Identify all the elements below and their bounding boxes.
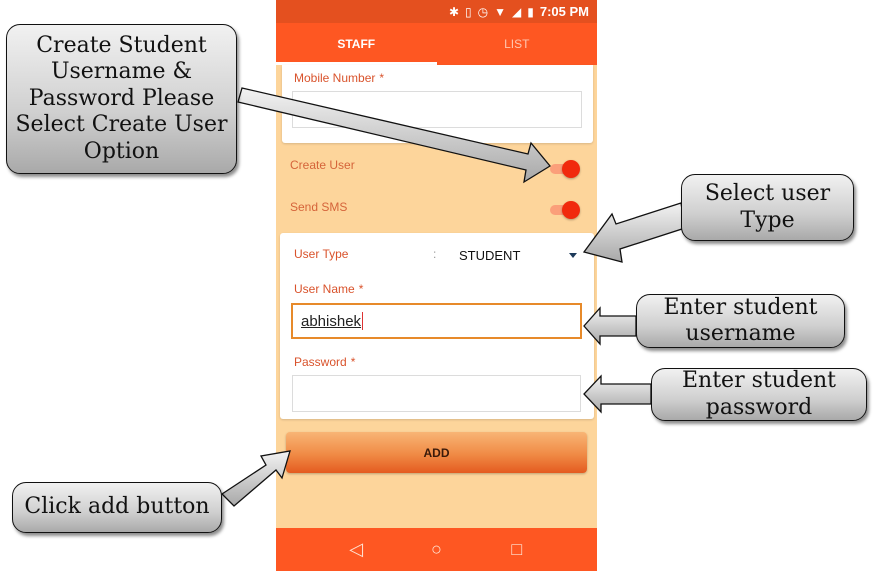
home-icon[interactable]: ○ [421,539,451,560]
add-button[interactable]: ADD [286,432,587,473]
user-credentials-card: User Type : STUDENT User Name * abhishek … [280,233,594,419]
required-mark: * [358,282,364,296]
user-type-separator: : [433,247,437,261]
callout-create-user: Create Student Username & Password Pleas… [6,24,237,174]
callout-user-type: Select user Type [681,174,854,241]
tab-staff[interactable]: STAFF [276,23,437,65]
user-type-label: User Type [294,247,349,261]
user-name-label-text: User Name [294,282,355,296]
battery-icon: ▮ [527,4,534,19]
toggle-thumb [562,201,580,219]
bluetooth-icon: ✱ [448,4,460,19]
vibrate-icon: ▯ [465,4,472,19]
callout-username: Enter student username [636,294,845,348]
arrow-to-user-type-dropdown [582,202,686,263]
user-name-value: abhishek [301,312,362,330]
signal-icon: ◢ [512,4,522,19]
send-sms-toggle[interactable] [550,201,580,219]
status-bar: ✱ ▯ ◷ ▼ ◢ ▮ 7:05 PM [276,0,597,23]
toggle-thumb [562,160,580,178]
send-sms-label: Send SMS [290,200,348,214]
mobile-number-label-text: Mobile Number [294,71,376,85]
phone-screen: ✱ ▯ ◷ ▼ ◢ ▮ 7:05 PM STAFF LIST Mobile Nu… [276,0,597,571]
user-type-select[interactable]: STUDENT [455,241,585,269]
user-name-label: User Name * [294,282,363,296]
password-input[interactable] [292,375,581,412]
tab-list[interactable]: LIST [437,23,598,65]
dropdown-caret-icon [569,253,577,258]
status-time: 7:05 PM [539,4,589,19]
mobile-number-card: Mobile Number * [282,65,593,143]
text-cursor [362,312,364,330]
password-label: Password * [294,355,355,369]
create-user-toggle[interactable] [550,160,580,178]
tab-bar: STAFF LIST [276,23,597,65]
user-name-input[interactable]: abhishek [291,303,582,339]
user-type-value: STUDENT [459,248,521,263]
back-icon[interactable]: ◁ [341,539,371,560]
required-mark: * [350,355,356,369]
callout-add-button: Click add button [12,482,222,533]
callout-password: Enter student password [651,368,867,421]
password-label-text: Password [294,355,347,369]
alarm-icon: ◷ [477,4,489,19]
required-mark: * [379,71,385,85]
mobile-number-label: Mobile Number * [294,71,384,85]
wifi-icon: ▼ [494,4,507,19]
recents-icon[interactable]: □ [502,539,532,560]
create-user-label: Create User [290,158,355,172]
mobile-number-input[interactable] [292,91,582,128]
android-nav-bar: ◁ ○ □ [276,528,597,571]
